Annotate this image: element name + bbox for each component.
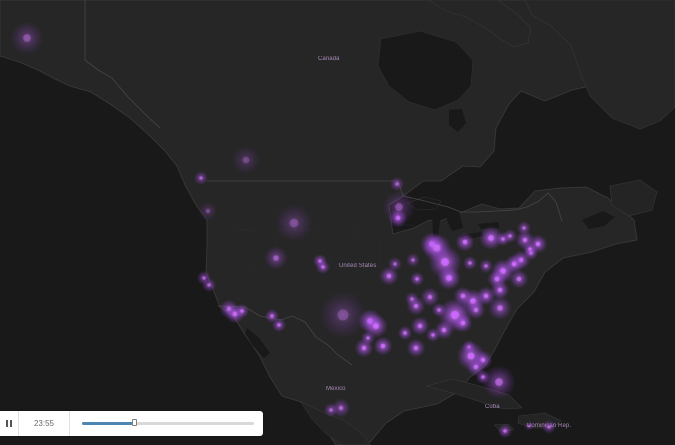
activity-point <box>446 275 452 281</box>
activity-point <box>437 308 441 312</box>
activity-point <box>527 424 531 428</box>
activity-point <box>462 239 468 245</box>
pause-icon-bar <box>10 420 12 427</box>
pause-button[interactable] <box>0 411 19 436</box>
activity-point <box>431 333 435 337</box>
activity-point <box>535 241 541 247</box>
pause-icon <box>6 420 12 427</box>
activity-point <box>395 182 399 186</box>
activity-point <box>547 425 551 429</box>
activity-point <box>528 247 532 251</box>
activity-point <box>410 297 414 301</box>
pause-icon-bar <box>6 420 8 427</box>
activity-point <box>270 314 274 318</box>
activity-point <box>460 293 466 299</box>
activity-point <box>473 364 479 370</box>
activity-point <box>497 287 503 293</box>
activity-point <box>23 34 31 42</box>
label-mexico: Mexico <box>326 386 346 392</box>
activity-point <box>277 323 281 327</box>
activity-point <box>468 261 472 265</box>
activity-point <box>460 320 466 326</box>
activity-point <box>415 277 419 281</box>
timeline-slider-thumb[interactable] <box>131 419 137 426</box>
timeline-slider[interactable] <box>82 411 254 436</box>
activity-point <box>240 309 244 313</box>
map-container[interactable]: Canada United States Mexico Cuba Dominic… <box>0 0 675 445</box>
activity-point <box>495 378 503 386</box>
activity-point <box>484 264 488 268</box>
activity-point <box>427 294 433 300</box>
activity-point <box>411 258 415 262</box>
activity-point <box>273 255 279 261</box>
map-canvas[interactable]: Canada United States Mexico Cuba Dominic… <box>0 0 675 445</box>
activity-point <box>417 323 423 329</box>
activity-point <box>337 309 349 321</box>
activity-point <box>508 234 512 238</box>
activity-point <box>386 273 392 279</box>
activity-point <box>393 262 397 266</box>
activity-point <box>488 235 494 241</box>
activity-point <box>403 331 407 335</box>
activity-point <box>441 327 447 333</box>
activity-point <box>207 283 211 287</box>
label-cuba: Cuba <box>485 404 500 410</box>
activity-point <box>329 408 333 412</box>
activity-point <box>516 276 522 282</box>
activity-point <box>395 203 403 211</box>
activity-point <box>338 405 344 411</box>
label-united-states: United States <box>339 263 376 269</box>
activity-point <box>289 218 299 228</box>
activity-point <box>242 156 250 164</box>
activity-point <box>522 226 526 230</box>
time-display: 23:55 <box>19 411 70 436</box>
timeline-player: 23:55 <box>0 411 263 436</box>
activity-point <box>205 208 211 214</box>
activity-point <box>473 307 479 313</box>
activity-point <box>373 323 379 329</box>
activity-point <box>361 345 367 351</box>
activity-point <box>497 305 503 311</box>
activity-point <box>321 265 325 269</box>
activity-point <box>199 176 203 180</box>
activity-point <box>503 429 507 433</box>
activity-point <box>380 343 386 349</box>
activity-point <box>441 258 449 266</box>
activity-point <box>413 345 419 351</box>
timeline-slider-progress <box>82 422 134 425</box>
label-canada: Canada <box>318 56 340 62</box>
activity-point <box>366 336 370 340</box>
activity-point <box>522 237 528 243</box>
